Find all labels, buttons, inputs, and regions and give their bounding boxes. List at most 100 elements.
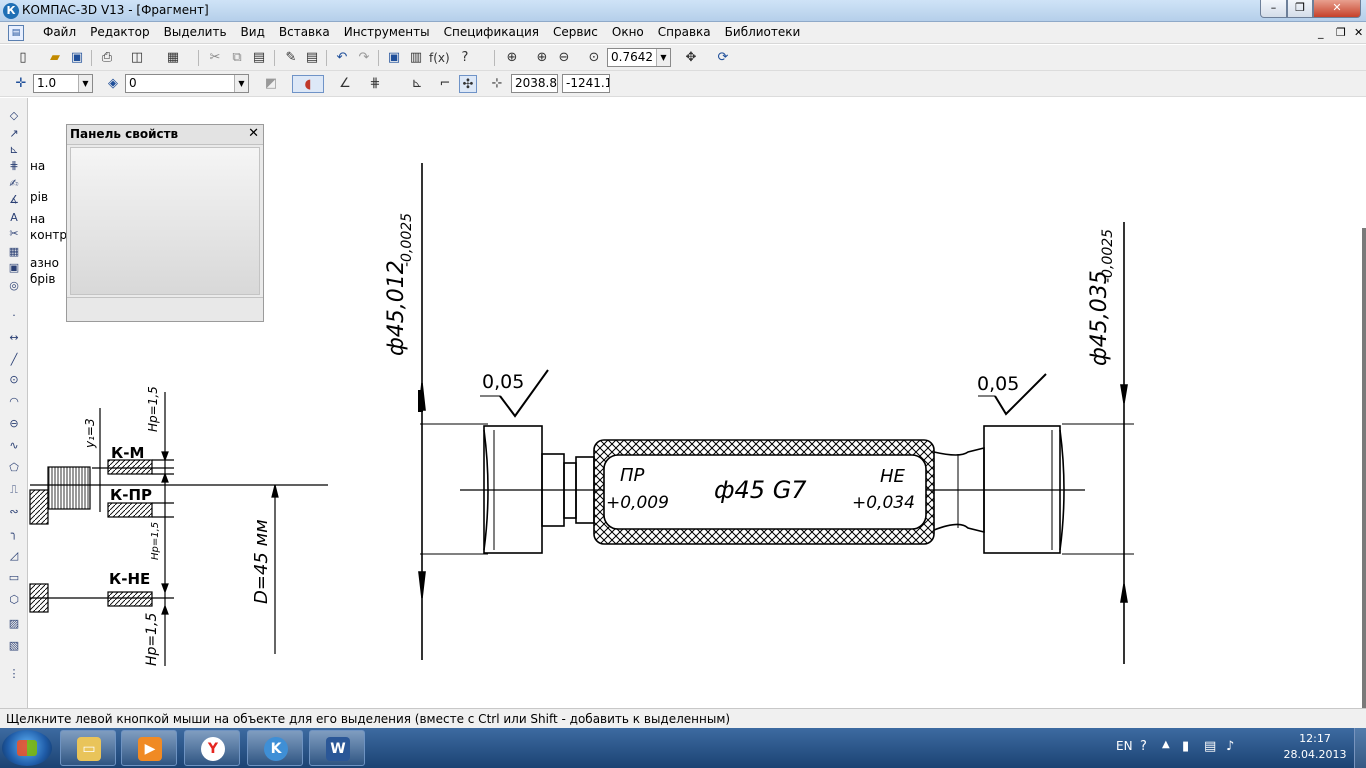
help-icon[interactable]: ? [1140,739,1147,754]
task-kompas[interactable]: K [247,730,303,766]
measure-icon[interactable]: ∡ [6,192,22,208]
clock[interactable]: 12:17 28.04.2013 [1280,731,1350,763]
insert-icon[interactable]: ▣ [6,260,22,276]
arc-icon[interactable]: ◠ [6,394,22,410]
chevron-down-icon[interactable]: ▼ [78,75,92,92]
parametric-icon[interactable]: ✣ [459,75,477,93]
zoom-in-icon[interactable]: ⊕ [533,49,551,67]
minimize-button[interactable]: – [1260,0,1287,18]
coord-y-field[interactable]: -1241.1 [562,74,610,93]
zoom-scale-icon[interactable]: ⊙ [585,49,603,67]
library-icon[interactable]: ▥ [407,49,425,67]
vertical-scrollbar[interactable] [1362,228,1366,708]
zoom-out-icon[interactable]: ⊖ [555,49,573,67]
spline-icon[interactable]: ∿ [6,438,22,454]
fillet-icon[interactable]: ╮ [6,526,22,542]
task-explorer[interactable]: ▭ [60,730,116,766]
menu-service[interactable]: Сервис [546,25,605,39]
menu-window[interactable]: Окно [605,25,651,39]
menu-select[interactable]: Выделить [157,25,234,39]
show-hidden-icon[interactable]: ▲ [1162,739,1170,750]
menu-editor[interactable]: Редактор [83,25,156,39]
circle-icon[interactable]: ⊙ [6,372,22,388]
grid-icon[interactable]: ⋕ [366,75,384,93]
aux-line-icon[interactable]: ↔ [6,330,22,346]
paste-icon[interactable]: ▤ [250,49,268,67]
menu-insert[interactable]: Вставка [272,25,337,39]
show-desktop-button[interactable] [1354,728,1366,768]
layer-combo[interactable]: 0 ▼ [125,74,249,93]
layers-icon[interactable]: ◈ [104,75,122,93]
open-folder-icon[interactable]: ▰ [46,49,64,67]
manager-icon[interactable]: ▣ [385,49,403,67]
redo-icon[interactable]: ↷ [355,49,373,67]
macro-icon[interactable]: ◎ [6,278,22,294]
new-document-icon[interactable]: ▯ [14,49,32,67]
param-icon[interactable]: ✍ [6,176,22,192]
layer-props-icon[interactable]: ◩ [262,75,280,93]
zoom-window-icon[interactable]: ⊕ [503,49,521,67]
document-icon[interactable]: ▤ [8,25,24,41]
snaps-icon[interactable]: ◖ [292,75,324,93]
task-media[interactable]: ▶ [121,730,177,766]
language-indicator[interactable]: EN [1116,739,1133,753]
refresh-icon[interactable]: ⟳ [714,49,732,67]
contour-icon[interactable]: ▧ [6,638,22,654]
start-button[interactable] [2,730,52,766]
report-icon[interactable]: ▦ [6,244,22,260]
close-icon[interactable]: ✕ [248,126,259,141]
chamfer-icon[interactable]: ◿ [6,548,22,564]
page-setup-icon[interactable]: ▦ [164,49,182,67]
more-icon[interactable]: ⋮ [6,666,22,682]
curve-icon[interactable]: ⬠ [6,460,22,476]
undo-icon[interactable]: ↶ [333,49,351,67]
ellipse-icon[interactable]: ⊖ [6,416,22,432]
polyline-icon[interactable]: ⎍ [6,482,22,498]
ortho-icon[interactable]: ⊾ [408,75,426,93]
save-icon[interactable]: ▣ [68,49,86,67]
geometry-icon[interactable]: ◇ [6,108,22,124]
coord-x-field[interactable]: 2038.87 [511,74,558,93]
menu-help[interactable]: Справка [651,25,718,39]
step-combo[interactable]: 1.0 ▼ [33,74,93,93]
pan-icon[interactable]: ✥ [682,49,700,67]
menu-file[interactable]: Файл [36,25,83,39]
chevron-down-icon[interactable]: ▼ [234,75,248,92]
cut-icon[interactable]: ✂ [206,49,224,67]
local-cs-icon[interactable]: ∠ [336,75,354,93]
variables-icon[interactable]: f(x) [429,49,450,67]
task-word[interactable]: W [309,730,365,766]
select-icon[interactable]: A [6,210,22,226]
close-button[interactable]: ✕ [1313,0,1361,18]
maximize-button[interactable]: ❐ [1287,0,1313,18]
menu-specification[interactable]: Спецификация [437,25,546,39]
menu-tools[interactable]: Инструменты [337,25,437,39]
menu-view[interactable]: Вид [234,25,272,39]
spec-icon[interactable]: ✂ [6,226,22,242]
properties-icon[interactable]: ▤ [303,49,321,67]
mdi-close-button[interactable]: ✕ [1354,26,1363,39]
volume-icon[interactable]: ♪ [1226,739,1234,754]
copy-icon[interactable]: ⧉ [228,49,246,67]
menu-libraries[interactable]: Библиотеки [718,25,808,39]
segment-icon[interactable]: ╱ [6,352,22,368]
round-icon[interactable]: ⌐ [436,75,454,93]
symbols-icon[interactable]: ⊾ [6,142,22,158]
print-icon[interactable]: ⎙ [98,49,116,67]
chevron-down-icon[interactable]: ▼ [656,49,670,66]
task-yandex[interactable]: Y [184,730,240,766]
mdi-minimize-button[interactable]: _ [1318,26,1324,39]
device-icon[interactable]: ▮ [1182,739,1189,754]
point-icon[interactable]: · [6,308,22,324]
format-brush-icon[interactable]: ✎ [282,49,300,67]
cursor-step-icon[interactable]: ✛ [12,75,30,93]
dimensions-icon[interactable]: ↗ [6,126,22,142]
help-cursor-icon[interactable]: ? [456,49,474,67]
zoom-combo[interactable]: 0.7642 ▼ [607,48,671,67]
print-preview-icon[interactable]: ◫ [128,49,146,67]
bezier-icon[interactable]: ∾ [6,504,22,520]
polygon-icon[interactable]: ⬡ [6,592,22,608]
hatch-icon[interactable]: ▨ [6,616,22,632]
rectangle-icon[interactable]: ▭ [6,570,22,586]
edit-icon[interactable]: ⋕ [6,158,22,174]
